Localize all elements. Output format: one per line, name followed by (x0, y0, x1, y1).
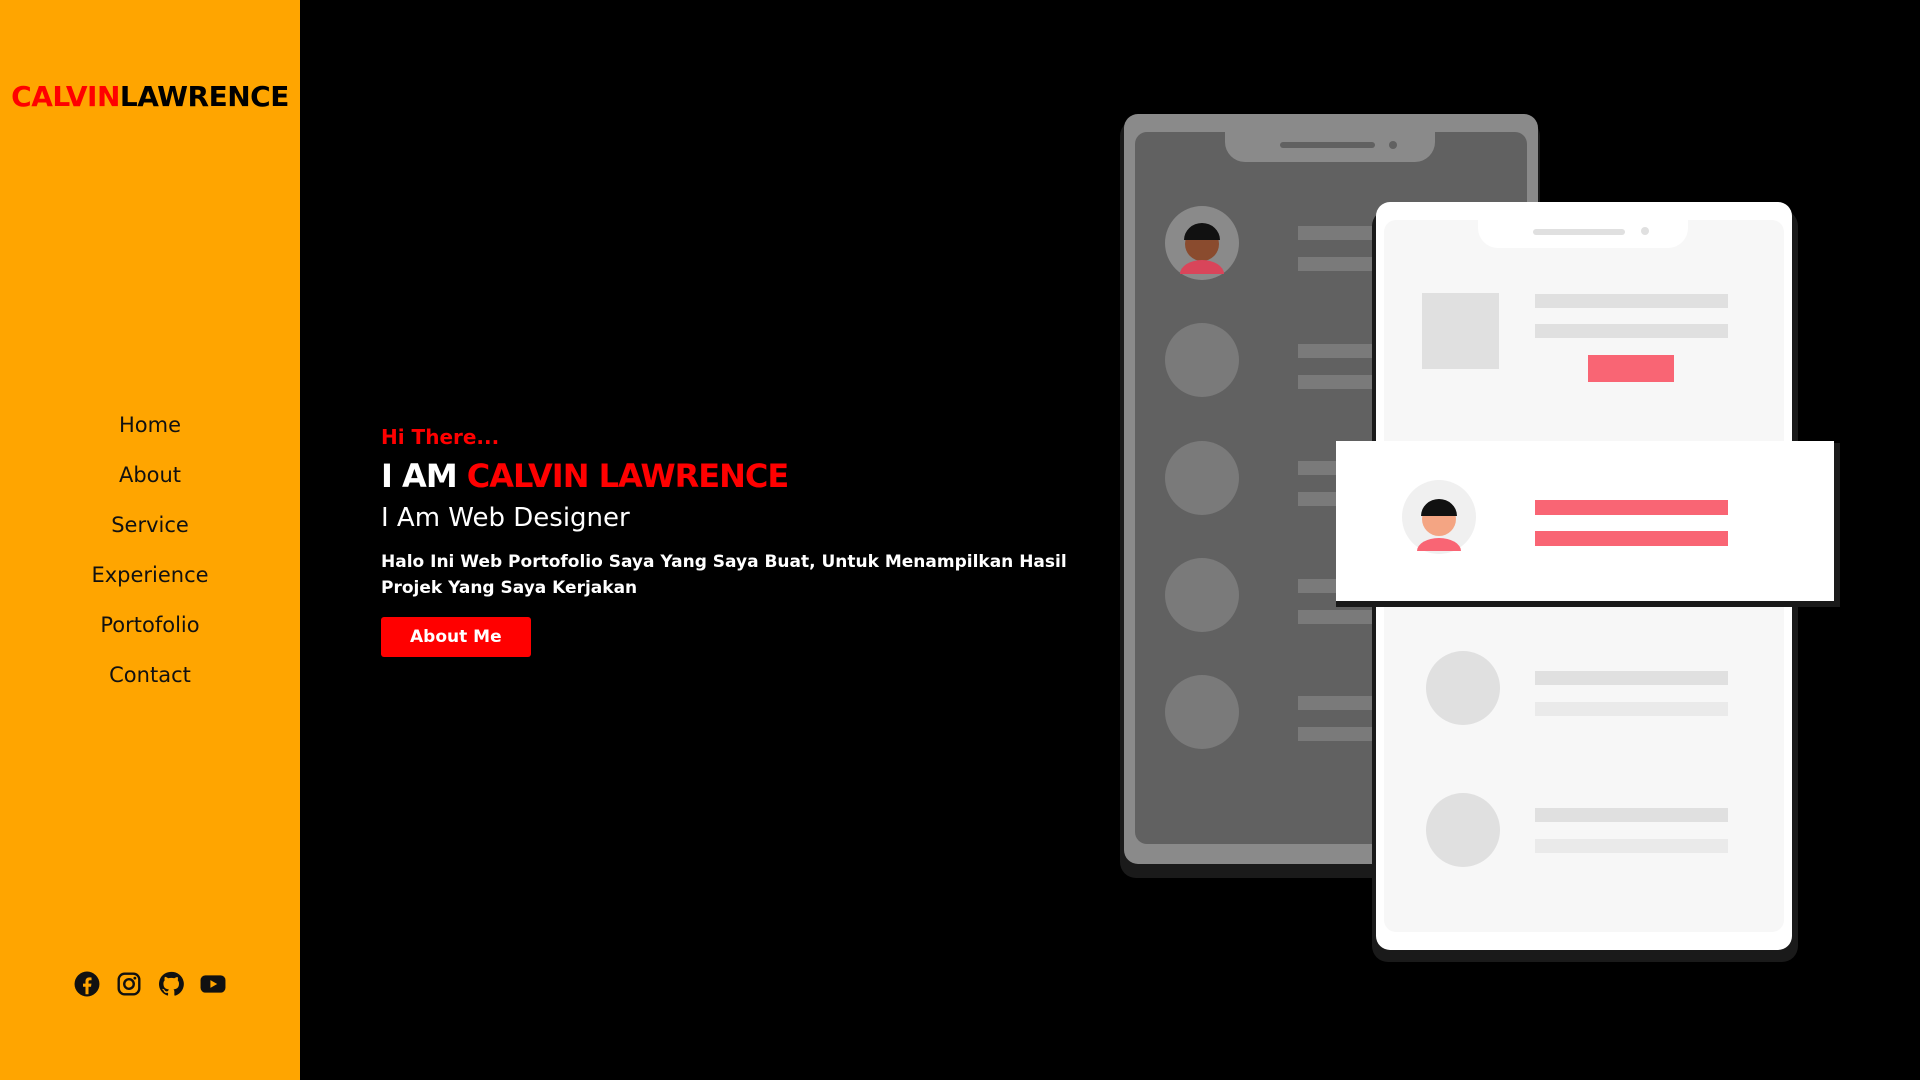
youtube-icon[interactable] (200, 971, 226, 997)
hero-title: I AM CALVIN LAWRENCE (381, 457, 1121, 495)
hero-title-prefix: I AM (381, 457, 458, 495)
nav-item-experience[interactable]: Experience (0, 558, 300, 608)
facebook-icon[interactable] (74, 971, 100, 997)
nav-item-about[interactable]: About (0, 458, 300, 508)
brand-logo[interactable]: CALVINLAWRENCE (0, 80, 300, 113)
hero-section: Hi There... I AM CALVIN LAWRENCE I Am We… (381, 425, 1121, 657)
main-nav: Home About Service Experience Portofolio… (0, 408, 300, 708)
sidebar: CALVINLAWRENCE Home About Service Experi… (0, 0, 300, 1080)
nav-item-home[interactable]: Home (0, 408, 300, 458)
about-me-button[interactable]: About Me (381, 617, 531, 657)
brand-first-name: CALVIN (11, 80, 120, 113)
hero-greeting: Hi There... (381, 425, 500, 449)
brand-last-name: LAWRENCE (119, 80, 289, 113)
hero-role: I Am Web Designer (381, 503, 630, 533)
hero-title-name: CALVIN LAWRENCE (466, 457, 789, 495)
nav-item-service[interactable]: Service (0, 508, 300, 558)
nav-item-contact[interactable]: Contact (0, 658, 300, 708)
hero-description: Halo Ini Web Portofolio Saya Yang Saya B… (381, 552, 1067, 598)
nav-item-portofolio[interactable]: Portofolio (0, 608, 300, 658)
instagram-icon[interactable] (116, 971, 142, 997)
front-phone-illustration (1336, 202, 1840, 962)
social-links (74, 971, 226, 997)
phones-illustration (1120, 114, 1840, 962)
github-icon[interactable] (158, 971, 184, 997)
